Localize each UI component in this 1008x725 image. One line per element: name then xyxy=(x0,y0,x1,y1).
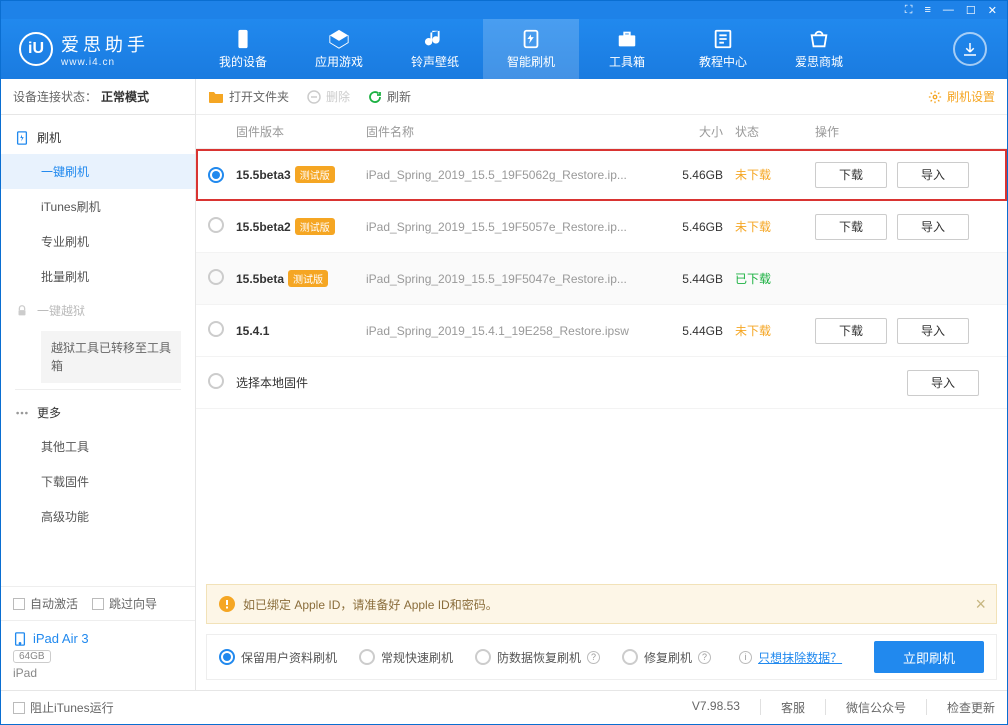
sidebar-item[interactable]: 一键刷机 xyxy=(1,154,195,189)
opt-anti-recovery[interactable]: 防数据恢复刷机? xyxy=(475,649,600,666)
sidebar-item[interactable]: 其他工具 xyxy=(1,429,195,464)
version-label: V7.98.53 xyxy=(692,699,740,716)
skip-guide-checkbox[interactable]: 跳过向导 xyxy=(92,595,157,612)
minimize-icon[interactable]: — xyxy=(943,4,954,16)
device-model: iPad xyxy=(13,666,183,680)
appleid-notice: 如已绑定 Apple ID，请准备好 Apple ID和密码。 × xyxy=(206,584,997,624)
nav-tab[interactable]: 工具箱 xyxy=(579,19,675,79)
gear-icon xyxy=(928,90,942,104)
nav-tab[interactable]: 应用游戏 xyxy=(291,19,387,79)
refresh-icon xyxy=(368,90,382,104)
row-radio[interactable] xyxy=(208,373,224,389)
sidebar-head-flash[interactable]: 刷机 xyxy=(1,121,195,154)
sidebar-item[interactable]: 高级功能 xyxy=(1,499,195,534)
device-info: iPad Air 3 64GB iPad xyxy=(1,620,195,690)
sidebar-head-jailbreak: 一键越狱 xyxy=(1,294,195,327)
footer-link[interactable]: 检查更新 xyxy=(947,699,995,716)
opt-keep-data[interactable]: 保留用户资料刷机 xyxy=(219,649,337,666)
table-header: 固件版本 固件名称 大小 状态 操作 xyxy=(196,115,1007,149)
notice-close-icon[interactable]: × xyxy=(975,594,986,615)
jailbreak-moved-note: 越狱工具已转移至工具箱 xyxy=(41,331,181,383)
more-icon xyxy=(15,406,29,420)
row-btn[interactable]: 下载 xyxy=(815,318,887,344)
device-storage: 64GB xyxy=(13,650,51,663)
opt-normal[interactable]: 常规快速刷机 xyxy=(359,649,453,666)
maximize-icon[interactable]: ☐ xyxy=(966,4,976,17)
row-radio[interactable] xyxy=(208,167,224,183)
footer-link[interactable]: 微信公众号 xyxy=(846,699,906,716)
nav-tab[interactable]: 铃声壁纸 xyxy=(387,19,483,79)
sidebar-head-more[interactable]: 更多 xyxy=(1,396,195,429)
firmware-row[interactable]: 15.5beta测试版iPad_Spring_2019_15.5_19F5047… xyxy=(196,253,1007,305)
header: iU 爱思助手 www.i4.cn 我的设备应用游戏铃声壁纸智能刷机工具箱教程中… xyxy=(1,19,1007,79)
nav-tab[interactable]: 我的设备 xyxy=(195,19,291,79)
row-radio[interactable] xyxy=(208,217,224,233)
flash-icon xyxy=(15,131,29,145)
block-itunes-checkbox[interactable]: 阻止iTunes运行 xyxy=(13,699,114,716)
brand-title: 爱思助手 xyxy=(61,31,149,57)
firmware-row[interactable]: 选择本地固件导入 xyxy=(196,357,1007,409)
sidebar-item[interactable]: 专业刷机 xyxy=(1,224,195,259)
connection-status: 设备连接状态：正常模式 xyxy=(1,79,195,115)
help-icon[interactable]: ? xyxy=(698,651,711,664)
firmware-row[interactable]: 15.5beta3测试版iPad_Spring_2019_15.5_19F506… xyxy=(196,149,1007,201)
logo-zone: iU 爱思助手 www.i4.cn xyxy=(1,31,167,68)
row-btn[interactable]: 导入 xyxy=(907,370,979,396)
refresh-button[interactable]: 刷新 xyxy=(368,88,411,105)
titlebar-btn[interactable]: ⛶ xyxy=(905,4,913,17)
titlebar: ⛶ ≡ — ☐ ✕ xyxy=(1,1,1007,19)
warning-icon xyxy=(219,596,235,612)
flash-now-button[interactable]: 立即刷机 xyxy=(874,641,984,673)
flash-options: 保留用户资料刷机 常规快速刷机 防数据恢复刷机? 修复刷机? i只想抹除数据？ … xyxy=(206,634,997,680)
logo-icon: iU xyxy=(19,32,53,66)
delete-icon xyxy=(307,90,321,104)
info-icon[interactable]: i xyxy=(739,651,752,664)
auto-activate-checkbox[interactable]: 自动激活 xyxy=(13,595,78,612)
footer-link[interactable]: 客服 xyxy=(781,699,805,716)
row-radio[interactable] xyxy=(208,321,224,337)
flash-settings-button[interactable]: 刷机设置 xyxy=(928,88,995,105)
help-icon[interactable]: ? xyxy=(587,651,600,664)
row-btn[interactable]: 下载 xyxy=(815,214,887,240)
sidebar-item[interactable]: iTunes刷机 xyxy=(1,189,195,224)
folder-icon xyxy=(208,90,224,104)
nav-tab[interactable]: 爱思商城 xyxy=(771,19,867,79)
sidebar-item[interactable]: 批量刷机 xyxy=(1,259,195,294)
download-icon[interactable] xyxy=(953,32,987,66)
toolbar: 打开文件夹 删除 刷新 刷机设置 xyxy=(196,79,1007,115)
erase-data-link[interactable]: 只想抹除数据？ xyxy=(758,649,842,666)
lock-icon xyxy=(15,304,29,318)
row-btn[interactable]: 导入 xyxy=(897,214,969,240)
titlebar-btn[interactable]: ≡ xyxy=(924,4,930,16)
device-icon xyxy=(13,632,27,646)
row-btn[interactable]: 导入 xyxy=(897,318,969,344)
open-folder-button[interactable]: 打开文件夹 xyxy=(208,88,289,105)
brand-sub: www.i4.cn xyxy=(61,57,149,68)
nav-tab[interactable]: 教程中心 xyxy=(675,19,771,79)
row-radio[interactable] xyxy=(208,269,224,285)
firmware-row[interactable]: 15.5beta2测试版iPad_Spring_2019_15.5_19F505… xyxy=(196,201,1007,253)
footer: 阻止iTunes运行 V7.98.53 客服 微信公众号 检查更新 xyxy=(1,690,1007,724)
opt-repair[interactable]: 修复刷机? xyxy=(622,649,711,666)
row-btn[interactable]: 下载 xyxy=(815,162,887,188)
sidebar-item[interactable]: 下载固件 xyxy=(1,464,195,499)
row-btn[interactable]: 导入 xyxy=(897,162,969,188)
firmware-row[interactable]: 15.4.1iPad_Spring_2019_15.4.1_19E258_Res… xyxy=(196,305,1007,357)
delete-button: 删除 xyxy=(307,88,350,105)
close-icon[interactable]: ✕ xyxy=(988,4,997,17)
nav-tab[interactable]: 智能刷机 xyxy=(483,19,579,79)
